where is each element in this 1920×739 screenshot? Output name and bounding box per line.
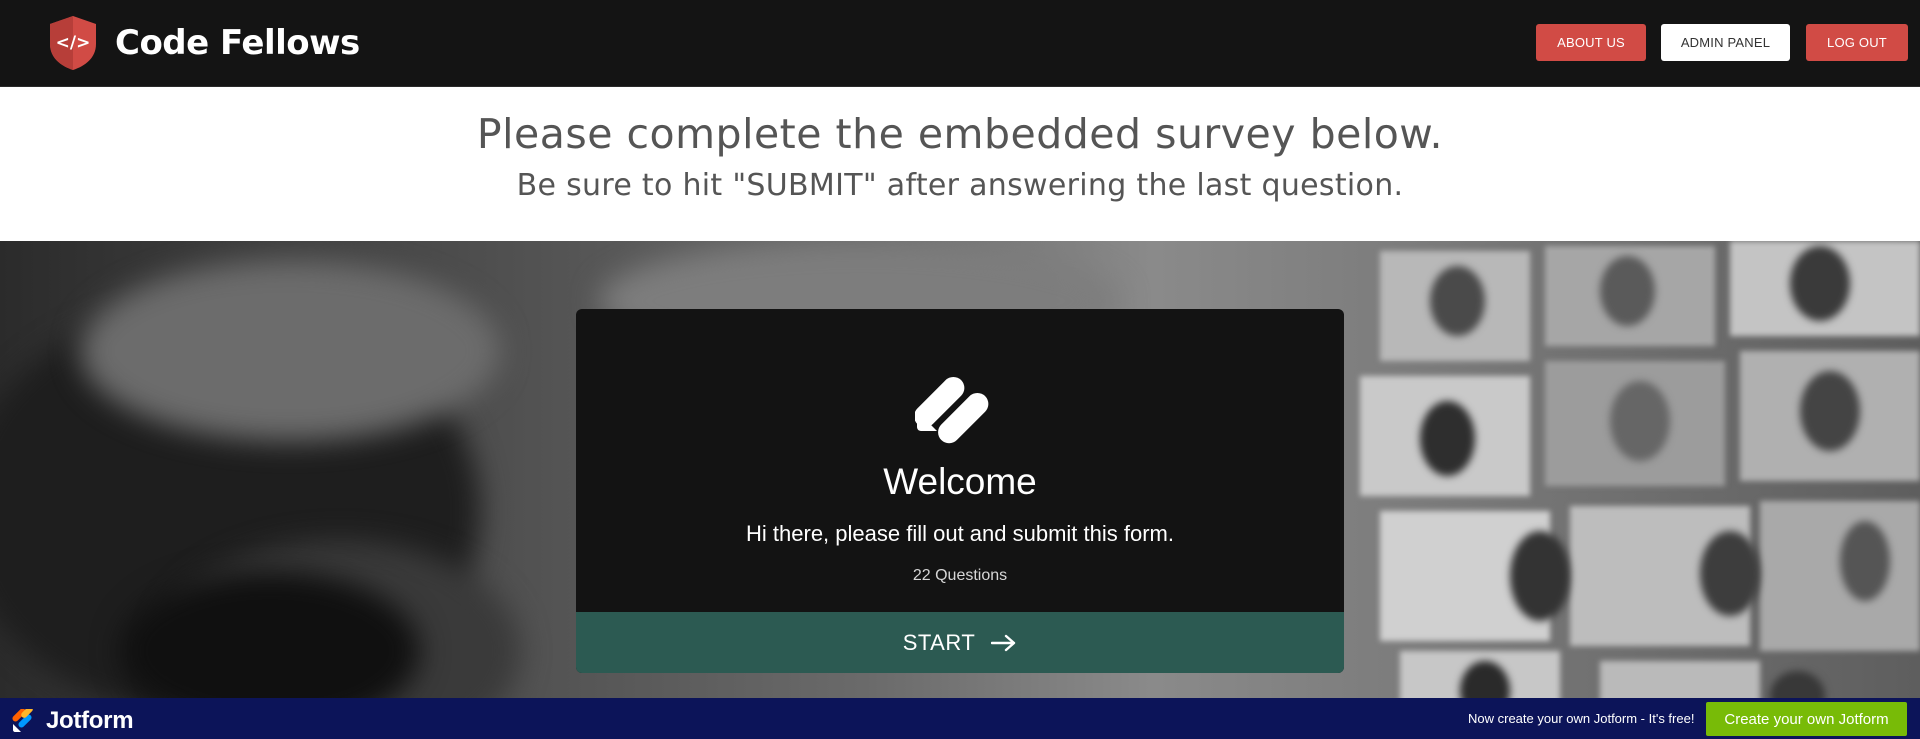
brand-name: Code Fellows [115, 23, 360, 63]
page-title: Please complete the embedded survey belo… [476, 110, 1444, 158]
form-welcome-card: Welcome Hi there, please fill out and su… [576, 309, 1344, 673]
start-label: START [902, 629, 976, 655]
site-header: </> Code Fellows ABOUT US ADMIN PANEL LO… [0, 0, 1920, 87]
jotform-promo-text: Now create your own Jotform - It's free! [1468, 711, 1695, 726]
question-count: 22 Questions [912, 567, 1008, 584]
form-description: Hi there, please fill out and submit thi… [746, 521, 1174, 546]
svg-text:</>: </> [56, 33, 91, 53]
page-subtitle: Be sure to hit "SUBMIT" after answering … [516, 168, 1404, 203]
jotform-icon [915, 376, 989, 444]
admin-panel-button[interactable]: ADMIN PANEL [1661, 24, 1790, 61]
start-button[interactable]: START [576, 612, 1344, 673]
code-shield-icon: </> [50, 16, 96, 70]
arrow-right-icon [991, 634, 1016, 651]
brand-logo[interactable]: </> Code Fellows [47, 14, 360, 72]
jotform-logo[interactable]: Jotform [12, 707, 134, 735]
jotform-wordmark: Jotform [46, 707, 134, 734]
log-out-button[interactable]: LOG OUT [1806, 24, 1908, 61]
jotform-bar: Jotform Now create your own Jotform - It… [0, 698, 1920, 739]
about-us-button[interactable]: ABOUT US [1536, 24, 1646, 61]
form-title: Welcome [883, 461, 1037, 502]
jotform-icon [12, 709, 33, 732]
create-jotform-button[interactable]: Create your own Jotform [1706, 702, 1907, 736]
